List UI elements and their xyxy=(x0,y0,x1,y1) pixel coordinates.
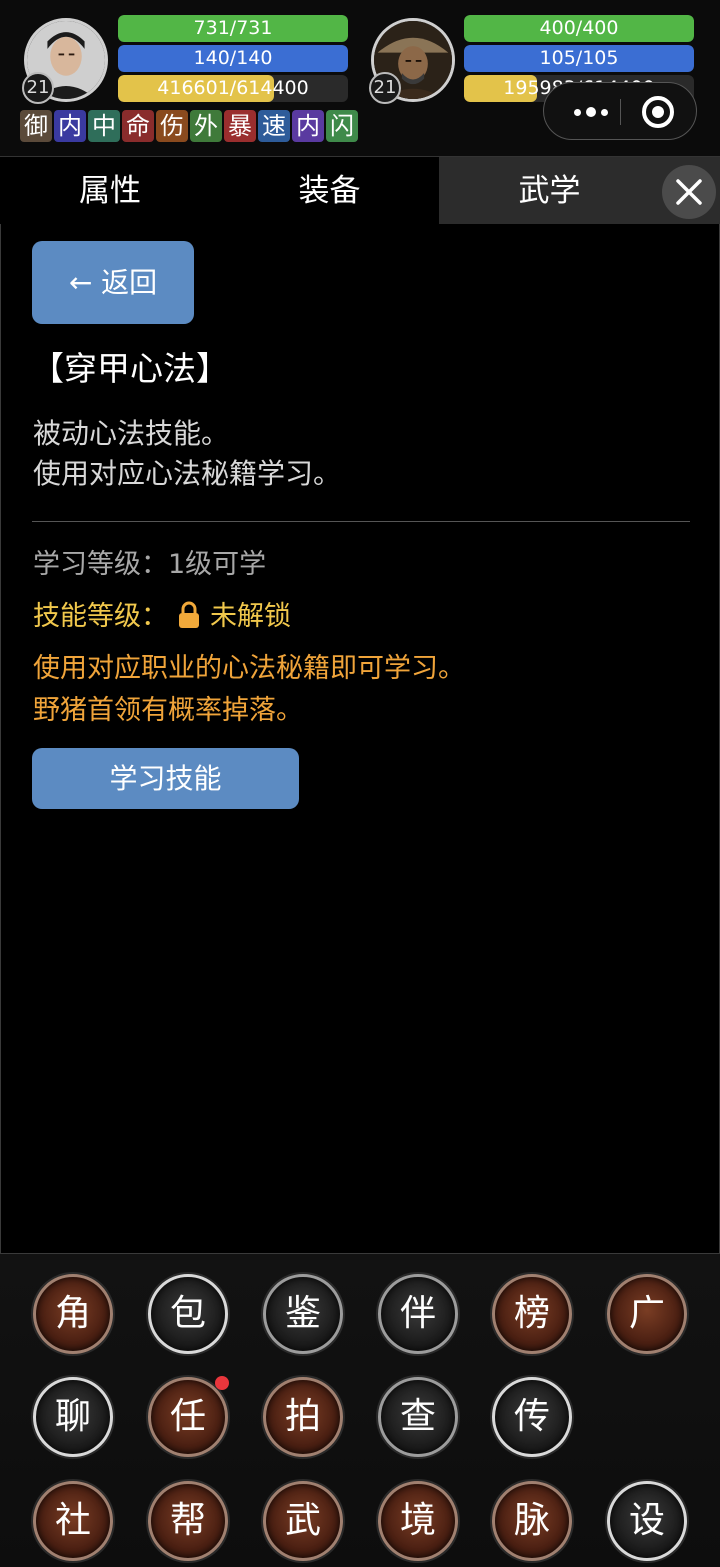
close-miniprogram-icon[interactable] xyxy=(640,94,676,130)
notification-dot xyxy=(215,1376,229,1390)
learn-hint-line: 使用对应职业的心法秘籍即可学习。 xyxy=(33,646,465,685)
skill-title: 【穿甲心法】 xyxy=(31,342,229,390)
menu-button-appraise[interactable]: 鉴 xyxy=(263,1274,343,1354)
menu-button-settings[interactable]: 设 xyxy=(607,1481,687,1561)
menu-button-chat[interactable]: 聊 xyxy=(33,1377,113,1457)
dot-icon xyxy=(601,109,608,116)
more-menu-button[interactable] xyxy=(562,83,620,141)
hp-text: 731/731 xyxy=(118,15,348,42)
buff-badge[interactable]: 御 xyxy=(20,110,52,142)
buff-badge[interactable]: 伤 xyxy=(156,110,188,142)
menu-button-teleport[interactable]: 传 xyxy=(492,1377,572,1457)
hp-text: 400/400 xyxy=(464,15,694,42)
tab-martial-arts[interactable]: 武学 xyxy=(439,157,660,225)
close-icon xyxy=(662,165,716,219)
menu-button-meridian[interactable]: 脉 xyxy=(492,1481,572,1561)
learn-level-text: 学习等级：1级可学 xyxy=(33,542,266,581)
tab-bar: 属性 装备 武学 xyxy=(0,156,720,224)
lock-icon xyxy=(176,601,202,629)
back-button[interactable]: ← 返回 xyxy=(32,241,194,324)
menu-button-auction[interactable]: 拍 xyxy=(263,1377,343,1457)
skill-detail-panel: ← 返回 【穿甲心法】 被动心法技能。 使用对应心法秘籍学习。 学习等级：1级可… xyxy=(0,224,720,1254)
skill-description-line: 被动心法技能。 xyxy=(33,412,229,452)
buff-badge[interactable]: 速 xyxy=(258,110,290,142)
skill-level-row: 技能等级： 未解锁 xyxy=(33,594,291,633)
menu-button-realm[interactable]: 境 xyxy=(378,1481,458,1561)
character-1-hp-bar: 731/731 xyxy=(118,15,348,42)
capsule-divider xyxy=(620,99,621,125)
tab-attributes[interactable]: 属性 xyxy=(0,157,220,225)
menu-button-ranking[interactable]: 榜 xyxy=(492,1274,572,1354)
skill-description-line: 使用对应心法秘籍学习。 xyxy=(33,452,341,492)
tab-equipment[interactable]: 装备 xyxy=(220,157,439,225)
buff-badge[interactable]: 内 xyxy=(292,110,324,142)
buff-badge[interactable]: 中 xyxy=(88,110,120,142)
drop-hint-line: 野猪首领有概率掉落。 xyxy=(33,688,303,727)
xp-text: 416601/614400 xyxy=(118,75,348,102)
character-1-xp-bar: 416601/614400 xyxy=(118,75,348,102)
miniprogram-capsule xyxy=(543,82,697,140)
party-header: 21 731/731 140/140 416601/614400 xyxy=(0,0,720,156)
mp-text: 140/140 xyxy=(118,45,348,72)
character-2-hp-bar: 400/400 xyxy=(464,15,694,42)
buff-badge[interactable]: 外 xyxy=(190,110,222,142)
skill-level-value: 未解锁 xyxy=(210,601,291,632)
buff-badge[interactable]: 闪 xyxy=(326,110,358,142)
buff-badge[interactable]: 暴 xyxy=(224,110,256,142)
dot-icon xyxy=(574,109,581,116)
menu-button-character[interactable]: 角 xyxy=(33,1274,113,1354)
menu-button-inspect[interactable]: 查 xyxy=(378,1377,458,1457)
menu-button-companion[interactable]: 伴 xyxy=(378,1274,458,1354)
character-2-mp-bar: 105/105 xyxy=(464,45,694,72)
mp-text: 105/105 xyxy=(464,45,694,72)
learn-skill-button[interactable]: 学习技能 xyxy=(32,748,299,809)
skill-level-label: 技能等级： xyxy=(33,601,168,632)
character-2-level-badge: 21 xyxy=(369,72,401,104)
buff-badge[interactable]: 命 xyxy=(122,110,154,142)
menu-button-broadcast[interactable]: 广 xyxy=(607,1274,687,1354)
menu-button-martial[interactable]: 武 xyxy=(263,1481,343,1561)
character-1-mp-bar: 140/140 xyxy=(118,45,348,72)
menu-button-social[interactable]: 社 xyxy=(33,1481,113,1561)
close-button[interactable] xyxy=(662,165,716,219)
divider xyxy=(32,521,690,522)
bottom-menu-dock: 角 包 鉴 伴 榜 广 聊 任 拍 查 传 社 帮 武 境 脉 设 xyxy=(0,1254,720,1567)
dot-icon xyxy=(586,107,596,117)
buff-list: 御 内 中 命 伤 外 暴 速 内 闪 xyxy=(20,110,358,142)
menu-button-bag[interactable]: 包 xyxy=(148,1274,228,1354)
character-1-level-badge: 21 xyxy=(22,72,54,104)
menu-button-quest[interactable]: 任 xyxy=(148,1377,228,1457)
menu-button-guild[interactable]: 帮 xyxy=(148,1481,228,1561)
buff-badge[interactable]: 内 xyxy=(54,110,86,142)
